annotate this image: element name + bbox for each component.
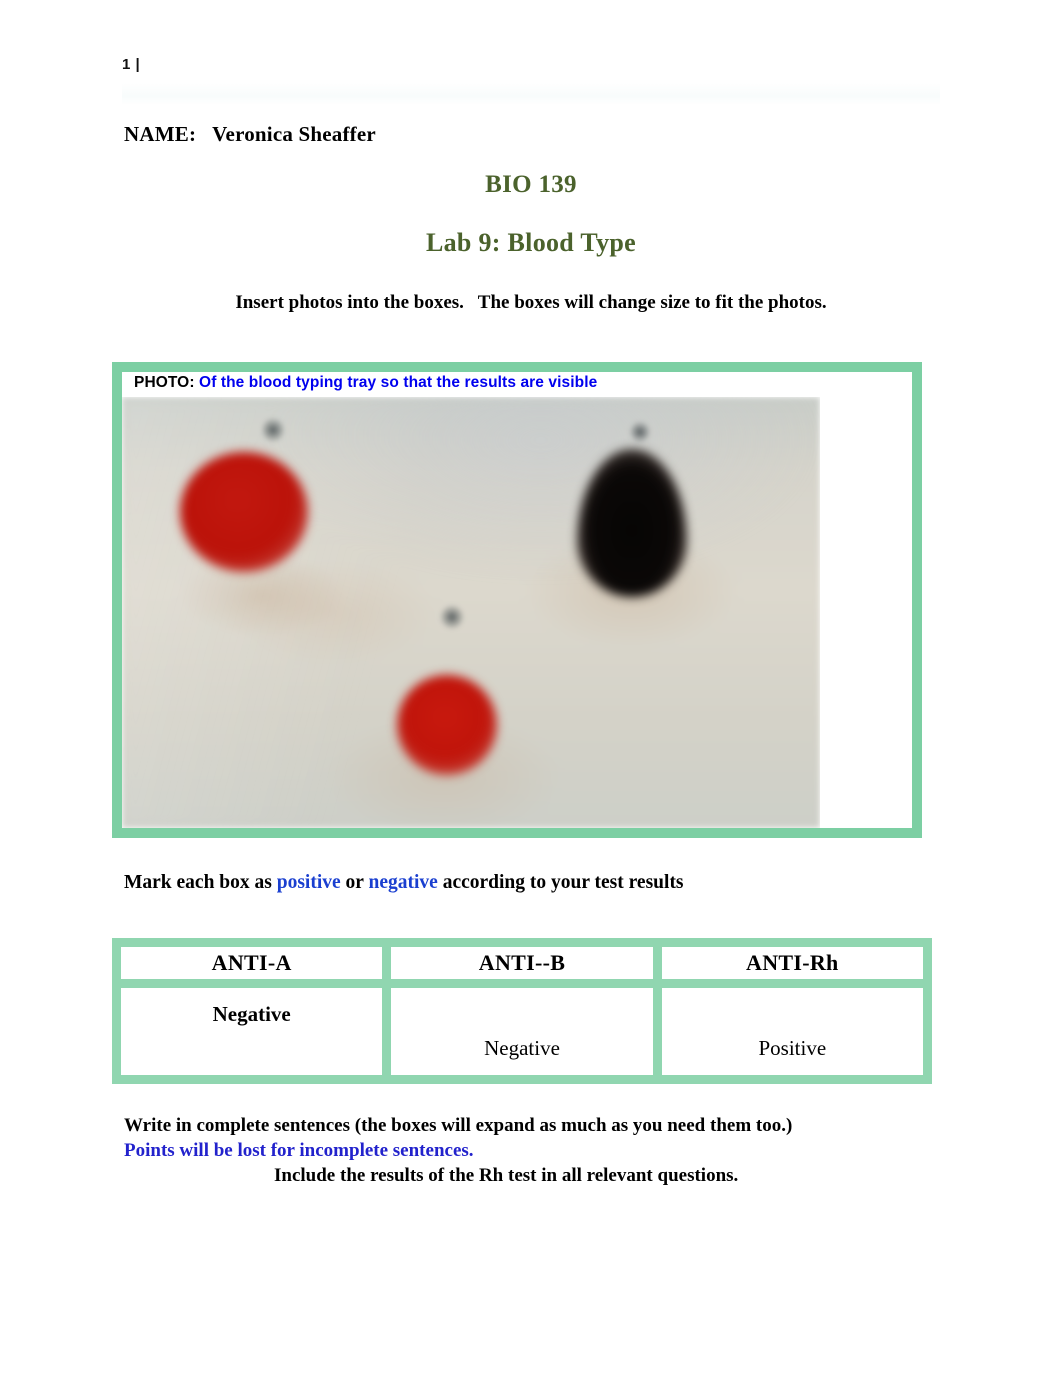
- negative-keyword: negative: [368, 872, 438, 893]
- photo-caption: PHOTO: Of the blood typing tray so that …: [134, 374, 597, 392]
- blood-type-results-table: ANTI-A Negative ANTI--B Negative ANTI-Rh…: [112, 938, 932, 1084]
- header-divider: [122, 83, 940, 105]
- photo-box[interactable]: PHOTO: Of the blood typing tray so that …: [112, 362, 922, 838]
- mark-middle: or: [340, 872, 369, 893]
- closing-line-1: Write in complete sentences (the boxes w…: [124, 1115, 793, 1136]
- result-cell-anti-a[interactable]: Negative: [121, 987, 383, 1075]
- closing-line-3: Include the results of the Rh test in al…: [274, 1165, 739, 1186]
- well-marker-dot: [262, 417, 284, 443]
- column-header-anti-b: ANTI--B: [391, 947, 653, 979]
- mark-prefix: Mark each box as: [124, 872, 277, 893]
- results-column-anti-b: ANTI--B Negative: [391, 947, 653, 1075]
- anti-a-well-drop: [180, 452, 308, 572]
- closing-instructions: Write in complete sentences (the boxes w…: [124, 1113, 954, 1188]
- anti-rh-well-drop: [397, 675, 497, 775]
- mark-each-box-instruction: Mark each box as positive or negative ac…: [124, 872, 684, 894]
- document-page: 1 | NAME: Veronica Sheaffer BIO 139 Lab …: [0, 0, 1062, 1377]
- results-column-anti-a: ANTI-A Negative: [121, 947, 383, 1075]
- result-cell-anti-b[interactable]: Negative: [391, 987, 653, 1075]
- results-column-anti-rh: ANTI-Rh Positive: [661, 947, 923, 1075]
- page-number: 1 |: [122, 56, 141, 73]
- lab-title: Lab 9: Blood Type: [425, 228, 637, 257]
- column-header-anti-rh: ANTI-Rh: [661, 947, 923, 979]
- result-cell-anti-rh[interactable]: Positive: [661, 987, 923, 1075]
- column-header-anti-a: ANTI-A: [121, 947, 383, 979]
- positive-keyword: positive: [276, 872, 341, 893]
- document-header: 1 |: [122, 55, 940, 105]
- well-marker-dot: [440, 605, 464, 629]
- photo-caption-label: PHOTO:: [134, 374, 195, 391]
- blood-typing-tray-photo: [122, 397, 820, 828]
- course-title: BIO 139: [485, 171, 577, 198]
- insert-photos-instruction: Insert photos into the boxes. The boxes …: [235, 292, 827, 313]
- closing-line-2: Points will be lost for incomplete sente…: [124, 1140, 474, 1161]
- well-marker-dot: [630, 421, 650, 443]
- mark-suffix: according to your test results: [437, 872, 684, 893]
- photo-caption-text: Of the blood typing tray so that the res…: [199, 374, 598, 391]
- student-name-line: NAME: Veronica Sheaffer: [124, 122, 376, 146]
